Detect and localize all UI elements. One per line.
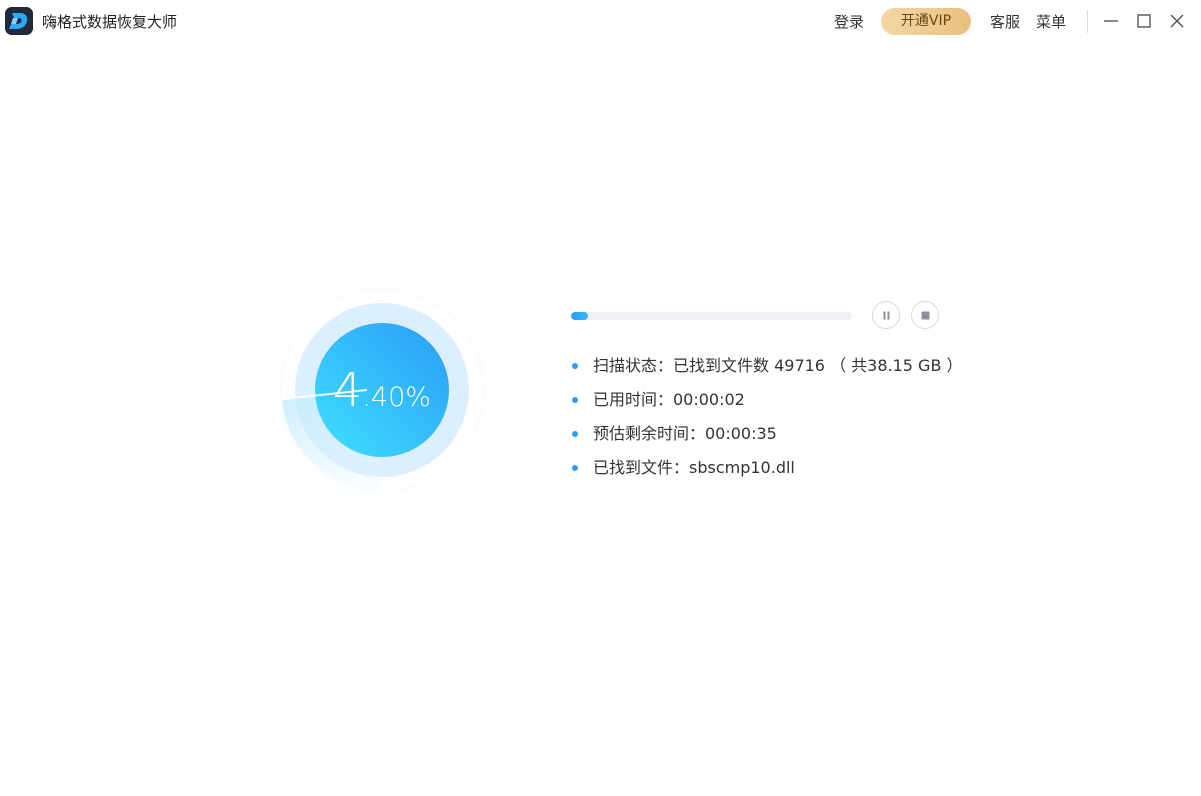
pause-icon <box>883 311 890 320</box>
app-window: 嗨格式数据恢复大师 登录 开通VIP 客服 菜单 4 .40% 扫描状态：已找到… <box>0 0 1201 796</box>
scan-info-list: 扫描状态：已找到文件数 49716 （ 共38.15 GB ） 已用时间：00:… <box>571 354 963 490</box>
stop-button[interactable] <box>911 301 939 329</box>
customer-service-link[interactable]: 客服 <box>990 11 1020 33</box>
scan-status-text: 扫描状态：已找到文件数 49716 （ 共38.15 GB ） <box>593 356 963 375</box>
title-bar: 嗨格式数据恢复大师 登录 开通VIP 客服 菜单 <box>0 0 1201 44</box>
maximize-icon[interactable] <box>1134 11 1154 31</box>
bullet-dot <box>572 431 578 437</box>
login-link[interactable]: 登录 <box>834 11 864 33</box>
app-title: 嗨格式数据恢复大师 <box>42 13 178 31</box>
elapsed-time-item: 已用时间：00:00:02 <box>571 388 963 422</box>
found-file-text: 已找到文件：sbscmp10.dll <box>593 458 795 477</box>
open-vip-button[interactable]: 开通VIP <box>881 8 971 35</box>
elapsed-time-text: 已用时间：00:00:02 <box>593 390 745 409</box>
scan-progress-fill <box>571 312 588 320</box>
remaining-time-item: 预估剩余时间：00:00:35 <box>571 422 963 456</box>
stop-icon <box>921 311 930 320</box>
bullet-dot <box>572 363 578 369</box>
d-letter-logo-icon <box>5 7 33 35</box>
titlebar-divider <box>1087 10 1088 33</box>
minimize-icon[interactable] <box>1101 11 1121 31</box>
scan-status-item: 扫描状态：已找到文件数 49716 （ 共38.15 GB ） <box>571 354 963 388</box>
bullet-dot <box>572 465 578 471</box>
remaining-time-text: 预估剩余时间：00:00:35 <box>593 424 777 443</box>
menu-link[interactable]: 菜单 <box>1036 11 1066 33</box>
bullet-dot <box>572 397 578 403</box>
pause-button[interactable] <box>872 301 900 329</box>
scan-progress-ring: 4 .40% <box>271 279 493 501</box>
found-file-item: 已找到文件：sbscmp10.dll <box>571 456 963 490</box>
close-icon[interactable] <box>1167 11 1187 31</box>
scan-progress-bar <box>571 312 852 320</box>
